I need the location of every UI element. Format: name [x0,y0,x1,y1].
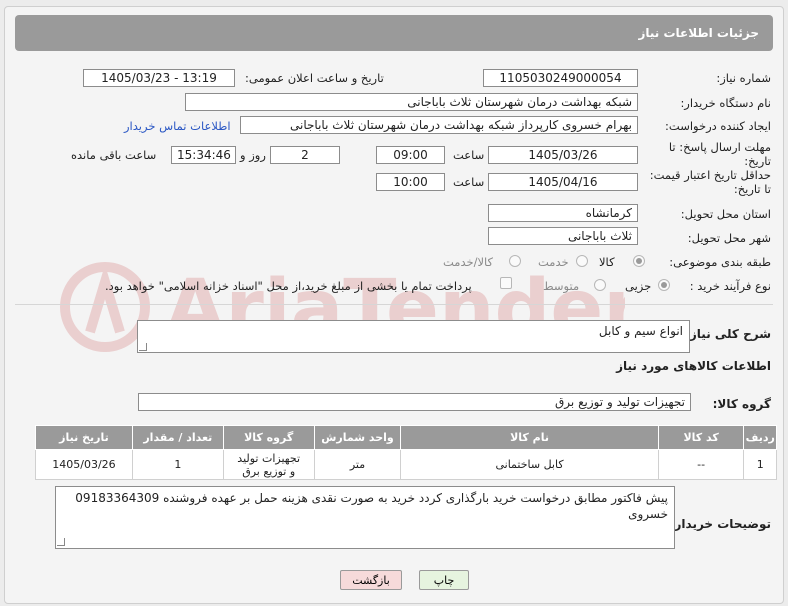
buyer-notes-field: پیش فاکتور مطابق درخواست خرید بارگذاری ک… [55,486,675,549]
cell-code: -- [657,449,745,480]
announce-label: تاریخ و ساعت اعلان عمومی: [245,71,384,85]
cell-group: تجهیزات تولید و توزیع برق [222,449,315,480]
col-qty: تعداد / مقدار [131,425,224,450]
cell-row: 1 [743,449,777,480]
table-row: 1 -- کابل ساختمانی متر تجهیزات تولید و ت… [35,449,777,480]
deadline-label-date: تاریخ: [744,154,771,168]
back-button[interactable]: بازگشت [340,570,402,590]
col-name: نام کالا [400,425,659,450]
category-label: طبقه بندی موضوعی: [669,255,771,269]
divider [15,304,773,305]
validity-time-field: 10:00 [376,173,445,191]
deadline-date-field: 1405/03/26 [488,146,638,164]
cell-unit: متر [313,449,402,480]
province-field: کرمانشاه [488,204,638,222]
treasury-checkbox[interactable] [500,277,512,289]
category-radio-service[interactable] [576,255,588,267]
validity-time-label: ساعت [453,175,485,189]
buyer-org-label: نام دستگاه خریدار: [680,96,771,110]
category-radio-goods-service[interactable] [509,255,521,267]
buyer-org-field: شبکه بهداشت درمان شهرستان ثلاث باباجانی [185,93,638,111]
goods-group-field: تجهیزات تولید و توزیع برق [138,393,691,411]
deadline-time-label: ساعت [453,148,485,162]
page-title: جزئیات اطلاعات نیاز [15,15,773,51]
buyer-notes-label: توضیحات خریدار: [669,517,771,531]
resize-handle[interactable] [57,538,65,546]
process-radio-minor[interactable] [658,279,670,291]
deadline-time-field: 09:00 [376,146,445,164]
announce-datetime-field: 1405/03/23 - 13:19 [83,69,235,87]
cell-name: کابل ساختمانی [400,449,659,480]
cell-qty: 1 [131,449,224,480]
province-label: استان محل تحویل: [680,207,771,221]
validity-label: حداقل تاریخ اعتبار قیمت: [649,168,771,182]
col-row: ردیف [743,425,777,450]
creator-field: بهرام خسروی کارپرداز شبکه بهداشت درمان ش… [240,116,638,134]
category-option-goods-service: کالا/خدمت [443,255,494,269]
print-button[interactable]: چاپ [419,570,469,590]
process-label: نوع فرآیند خرید : [689,279,771,293]
category-radio-goods[interactable] [633,255,645,267]
resize-handle[interactable] [139,343,147,351]
col-unit: واحد شمارش [313,425,402,450]
need-number-label: شماره نیاز: [716,71,771,85]
category-option-service: خدمت [538,255,569,269]
validity-date-field: 1405/04/16 [488,173,638,191]
process-radio-medium[interactable] [594,279,606,291]
city-label: شهر محل تحویل: [687,231,771,245]
need-number-field: 1105030249000054 [483,69,638,87]
table-header-row: ردیف کد کالا نام کالا واحد شمارش گروه کا… [35,425,777,450]
creator-label: ایجاد کننده درخواست: [665,119,771,133]
col-date: تاریخ نیاز [35,425,133,450]
details-panel: جزئیات اطلاعات نیاز AriaTender.net شماره… [4,6,784,604]
description-field: انواع سیم و کابل [137,320,690,353]
description-label: شرح کلی نیاز: [685,327,771,341]
days-label: روز و [240,148,266,162]
cell-date: 1405/03/26 [35,449,133,480]
city-field: ثلاث باباجانی [488,227,638,245]
col-code: کد کالا [657,425,745,450]
process-option-medium: متوسط [543,279,580,293]
days-remaining-field: 2 [270,146,340,164]
validity-label-date: تا تاریخ: [733,182,771,196]
treasury-payment-note: پرداخت تمام یا بخشی از مبلغ خرید،از محل … [105,279,472,293]
goods-group-label: گروه کالا: [712,397,771,411]
buyer-contact-link[interactable]: اطلاعات تماس خریدار [124,119,231,133]
items-table: ردیف کد کالا نام کالا واحد شمارش گروه کا… [35,425,777,480]
remaining-time-field: 15:34:46 [171,146,236,164]
remaining-time-label: ساعت باقی مانده [71,148,157,162]
category-option-goods: کالا [599,255,615,269]
goods-info-title: اطلاعات کالاهای مورد نیاز [616,359,771,373]
col-group: گروه کالا [222,425,315,450]
deadline-label: مهلت ارسال پاسخ: تا [668,140,771,154]
process-option-minor: جزیی [625,279,652,293]
